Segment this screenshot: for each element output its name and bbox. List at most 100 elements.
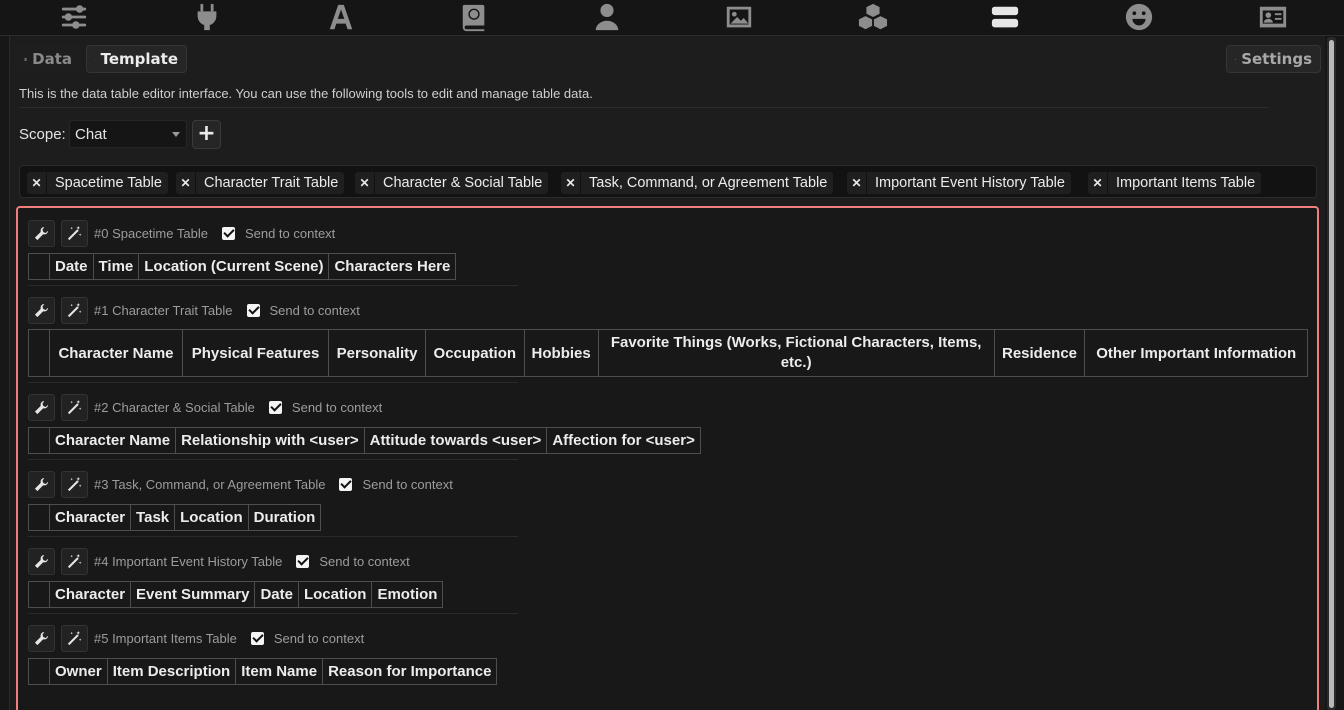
close-icon[interactable]: ✕ (355, 172, 375, 194)
header-cell[interactable]: Characters Here (328, 253, 457, 280)
table-toolbar: #5 Important Items Table Send to context (28, 624, 364, 652)
table-chip[interactable]: ✕ Task, Command, or Agreement Table (561, 172, 834, 194)
send-to-context-checkbox[interactable] (250, 631, 264, 645)
user-icon[interactable] (590, 0, 624, 34)
header-cell[interactable]: Reason for Importance (322, 658, 498, 685)
divider (28, 459, 518, 460)
header-cell[interactable]: Location (Current Scene) (138, 253, 330, 280)
header-cell[interactable]: Duration (247, 504, 322, 531)
magic-wand-button[interactable] (61, 296, 88, 324)
send-to-context-checkbox[interactable] (268, 400, 282, 414)
header-cell[interactable]: Other Important Information (1084, 329, 1308, 377)
table-toolbar: #4 Important Event History Table Send to… (28, 547, 410, 575)
close-icon[interactable]: ✕ (176, 172, 196, 194)
tab-template[interactable]: Template (86, 45, 187, 73)
send-to-context-checkbox[interactable] (246, 303, 260, 317)
close-icon[interactable]: ✕ (1088, 172, 1108, 194)
tab-data[interactable]: Data (15, 45, 81, 73)
settings-button[interactable]: Settings (1226, 45, 1321, 73)
header-cell[interactable]: Event Summary (130, 581, 256, 608)
header-cell[interactable]: Attitude towards <user> (363, 427, 548, 454)
cubes-icon[interactable] (856, 0, 890, 34)
id-card-icon[interactable] (1256, 0, 1290, 34)
magic-wand-button[interactable] (61, 470, 88, 498)
table-chip[interactable]: ✕ Character Trait Table (176, 172, 345, 194)
edit-table-button[interactable] (28, 624, 55, 652)
close-icon[interactable]: ✕ (847, 172, 867, 194)
magic-wand-button[interactable] (61, 547, 88, 575)
header-cell[interactable]: Item Description (106, 658, 237, 685)
send-to-context-checkbox[interactable] (221, 226, 235, 240)
close-icon[interactable]: ✕ (561, 172, 581, 194)
database-icon (24, 57, 27, 61)
header-cell[interactable]: Physical Features (181, 329, 330, 377)
send-to-context-label: Send to context (269, 302, 360, 318)
edit-table-button[interactable] (28, 219, 55, 247)
scrollbar-thumb[interactable] (1329, 40, 1334, 708)
close-icon[interactable]: ✕ (27, 172, 47, 194)
header-cell[interactable]: Task (130, 504, 176, 531)
table-chip[interactable]: ✕ Important Event History Table (847, 172, 1071, 194)
edit-table-button[interactable] (28, 393, 55, 421)
header-cell[interactable]: Character (48, 581, 132, 608)
magic-wand-icon (67, 553, 82, 568)
send-to-context-label: Send to context (273, 630, 365, 646)
header-cell[interactable]: Time (92, 253, 140, 280)
table-header: Character Event Summary Date Location Em… (28, 581, 444, 608)
header-cell[interactable]: Personality (328, 329, 426, 377)
table-header: Date Time Location (Current Scene) Chara… (28, 253, 457, 280)
table-chip[interactable]: ✕ Character & Social Table (355, 172, 549, 194)
plug-icon[interactable] (190, 0, 224, 34)
smile-icon[interactable] (1122, 0, 1156, 34)
edit-table-button[interactable] (28, 470, 55, 498)
send-to-context-label: Send to context (244, 225, 336, 241)
header-cell[interactable]: Emotion (371, 581, 444, 608)
description-text: This is the data table editor interface.… (19, 86, 593, 101)
add-table-button[interactable]: + (192, 120, 221, 149)
magic-wand-button[interactable] (61, 219, 88, 247)
header-cell[interactable]: Residence (993, 329, 1086, 377)
header-cell[interactable]: Date (254, 581, 299, 608)
book-globe-icon[interactable] (457, 0, 491, 34)
table-title: #4 Important Event History Table (94, 553, 283, 569)
scope-select[interactable]: Chat (69, 120, 187, 148)
header-cell[interactable]: Owner (49, 658, 108, 685)
server-icon[interactable] (988, 0, 1022, 34)
header-cell[interactable]: Item Name (235, 658, 324, 685)
edit-table-button[interactable] (28, 547, 55, 575)
header-cell[interactable]: Character (48, 504, 132, 531)
header-cell[interactable]: Character Name (48, 427, 177, 454)
table-chip-bar: ✕ Spacetime Table ✕ Character Trait Table … (19, 165, 1317, 198)
send-to-context-checkbox[interactable] (339, 477, 353, 491)
send-to-context-checkbox[interactable] (296, 554, 310, 568)
table-chip[interactable]: ✕ Spacetime Table (27, 172, 168, 194)
magic-wand-icon (67, 476, 82, 491)
font-icon[interactable] (324, 0, 358, 34)
header-cell[interactable]: Affection for <user> (546, 427, 701, 454)
header-cell[interactable]: Character Name (49, 329, 183, 377)
table-chip[interactable]: ✕ Important Items Table (1088, 172, 1262, 194)
header-cell[interactable]: Hobbies (523, 329, 599, 377)
table-header: Character Name Relationship with <user> … (28, 427, 701, 454)
header-cell-blank (28, 504, 50, 531)
magic-wand-button[interactable] (61, 393, 88, 421)
header-cell[interactable]: Relationship with <user> (175, 427, 365, 454)
wrench-icon (34, 631, 49, 645)
wrench-icon (34, 477, 49, 491)
gears-icon (1235, 58, 1237, 60)
header-cell[interactable]: Location (174, 504, 249, 531)
divider (28, 536, 518, 537)
magic-wand-icon (67, 399, 82, 414)
header-cell-blank (28, 427, 50, 454)
scope-label: Scope: (19, 126, 66, 143)
magic-wand-button[interactable] (61, 624, 88, 652)
image-icon[interactable] (722, 0, 756, 34)
chevron-down-icon (172, 132, 180, 137)
header-cell[interactable]: Occupation (425, 329, 525, 377)
table-title: #1 Character Trait Table (94, 302, 233, 318)
sliders-icon[interactable] (57, 0, 91, 34)
header-cell[interactable]: Date (49, 253, 94, 280)
edit-table-button[interactable] (28, 296, 55, 324)
header-cell[interactable]: Favorite Things (Works, Fictional Charac… (597, 329, 995, 377)
header-cell[interactable]: Location (297, 581, 373, 608)
